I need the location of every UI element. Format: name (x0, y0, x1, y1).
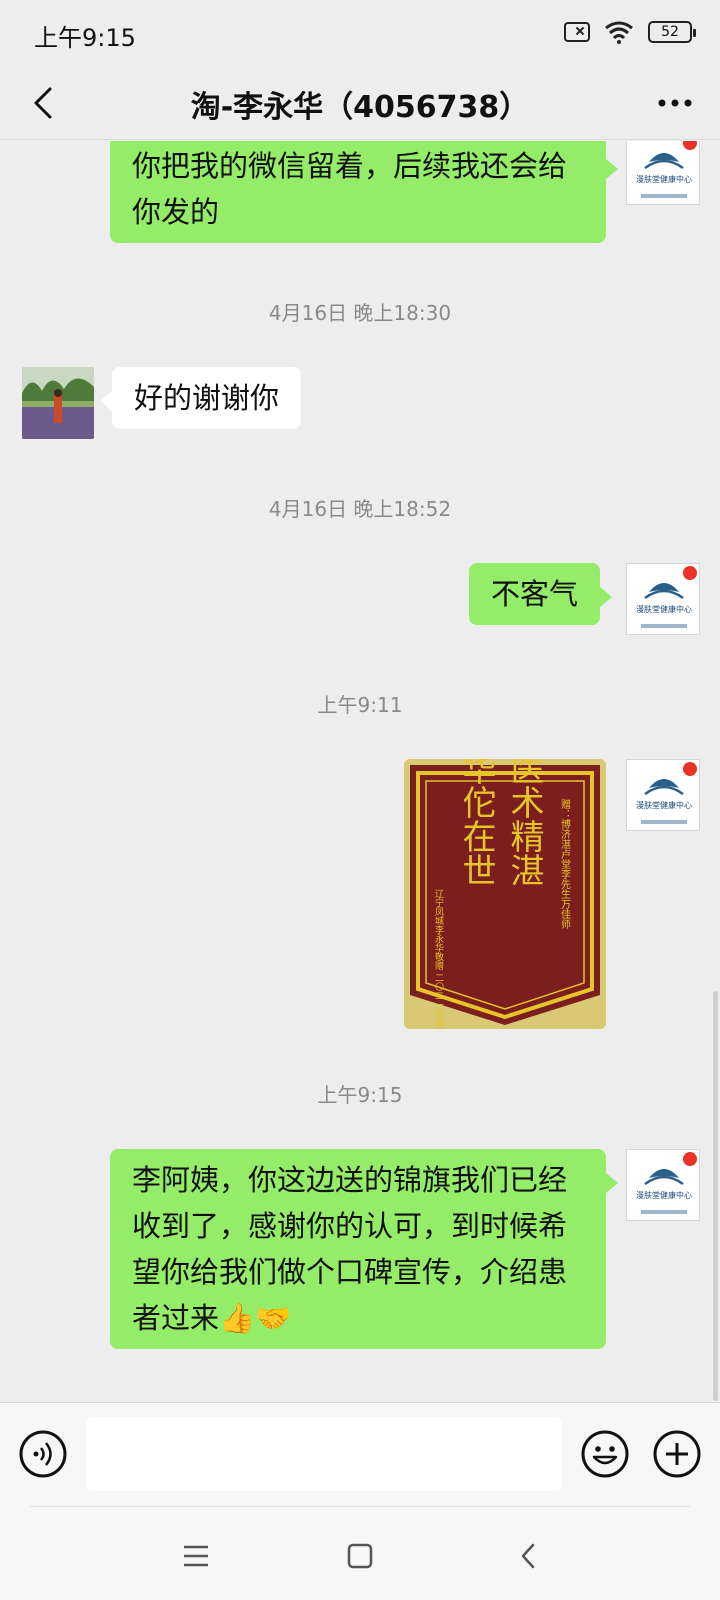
plus-icon (653, 1430, 701, 1478)
self-avatar[interactable]: 漫肤堂健康中心 (626, 141, 700, 205)
message-bubble-received[interactable]: 好的谢谢你 (99, 367, 302, 429)
emoji-button[interactable] (580, 1429, 630, 1479)
message-text: 你把我的微信留着，后续我还会给你发的 (132, 149, 568, 229)
svg-text:漫肤堂健康中心: 漫肤堂健康中心 (636, 800, 692, 810)
scrollbar[interactable] (713, 991, 718, 1401)
back-icon (521, 1543, 535, 1569)
svg-text:漫肤堂健康中心: 漫肤堂健康中心 (636, 1190, 692, 1200)
sim-off-icon (564, 22, 590, 42)
divider (30, 1506, 690, 1507)
unread-dot (683, 762, 697, 776)
contact-avatar[interactable] (22, 367, 94, 439)
plus-button[interactable] (652, 1429, 702, 1479)
menu-icon (184, 1545, 208, 1567)
input-bar (0, 1402, 720, 1506)
message-input[interactable] (86, 1417, 562, 1491)
nav-menu-button[interactable] (166, 1526, 226, 1586)
system-nav-bar (0, 1506, 720, 1600)
voice-icon (19, 1430, 67, 1478)
timestamp: 上午9:15 (317, 1083, 403, 1107)
svg-text:漫肤堂健康中心: 漫肤堂健康中心 (636, 174, 692, 184)
svg-text:漫肤堂健康中心: 漫肤堂健康中心 (636, 604, 692, 614)
message-text: 好的谢谢你 (134, 381, 280, 415)
status-icons: 52 (564, 20, 696, 44)
timestamp: 4月16日 晚上18:30 (268, 301, 452, 325)
banner-signature: 辽宁凤城李永华敬赠 二〇二一年四月 (433, 889, 444, 1029)
contact-photo (22, 367, 94, 439)
chat-area[interactable]: 你把我的微信留着，后续我还会给你发的 漫肤堂健康中心 4月16日 晚上18:30… (0, 141, 720, 1401)
message-text: 不客气 (491, 577, 579, 611)
message-text: 李阿姨，你这边送的锦旗我们已经收到了，感谢你的认可，到时候希望你给我们做个口碑宣… (132, 1163, 568, 1335)
self-avatar[interactable]: 漫肤堂健康中心 (626, 1149, 700, 1221)
status-time: 上午9:15 (34, 24, 136, 52)
chat-header: 淘-李永华（4056738） (0, 70, 720, 140)
wifi-icon (605, 21, 633, 44)
self-avatar[interactable]: 漫肤堂健康中心 (626, 759, 700, 831)
timestamp: 4月16日 晚上18:52 (268, 497, 452, 521)
emoji-icon (581, 1430, 629, 1478)
status-bar: 上午9:15 52 (0, 0, 720, 70)
battery-icon: 52 (648, 21, 696, 43)
image-message[interactable]: 医术精湛 华佗在世 赠：博济湛卢堂李先生万佳师 辽宁凤城李永华敬赠 二〇二一年四… (404, 759, 606, 1029)
banner-dedication: 赠：博济湛卢堂李先生万佳师 (559, 798, 571, 930)
timestamp: 上午9:11 (317, 693, 403, 717)
silk-banner-photo: 医术精湛 华佗在世 赠：博济湛卢堂李先生万佳师 辽宁凤城李永华敬赠 二〇二一年四… (404, 759, 606, 1029)
message-bubble-sent[interactable]: 李阿姨，你这边送的锦旗我们已经收到了，感谢你的认可，到时候希望你给我们做个口碑宣… (110, 1149, 618, 1349)
unread-dot (683, 1152, 697, 1166)
message-bubble-sent[interactable]: 不客气 (469, 563, 613, 625)
home-icon (347, 1543, 373, 1569)
banner-text-right: 医术精湛 (504, 759, 544, 887)
banner-text-left: 华佗在世 (456, 759, 496, 887)
logo-avatar-image: 漫肤堂健康中心 (627, 141, 699, 204)
voice-button[interactable] (18, 1429, 68, 1479)
emoji-thumbs-handshake: 👍🤝 (219, 1301, 292, 1335)
nav-back-button[interactable] (498, 1526, 558, 1586)
nav-home-button[interactable] (330, 1526, 390, 1586)
unread-dot (683, 566, 697, 580)
self-avatar[interactable]: 漫肤堂健康中心 (626, 563, 700, 635)
message-bubble-sent[interactable]: 你把我的微信留着，后续我还会给你发的 (110, 141, 618, 243)
more-dots-icon (658, 99, 692, 107)
chat-title: 淘-李永华（4056738） (190, 90, 530, 125)
more-button[interactable] (650, 78, 700, 128)
